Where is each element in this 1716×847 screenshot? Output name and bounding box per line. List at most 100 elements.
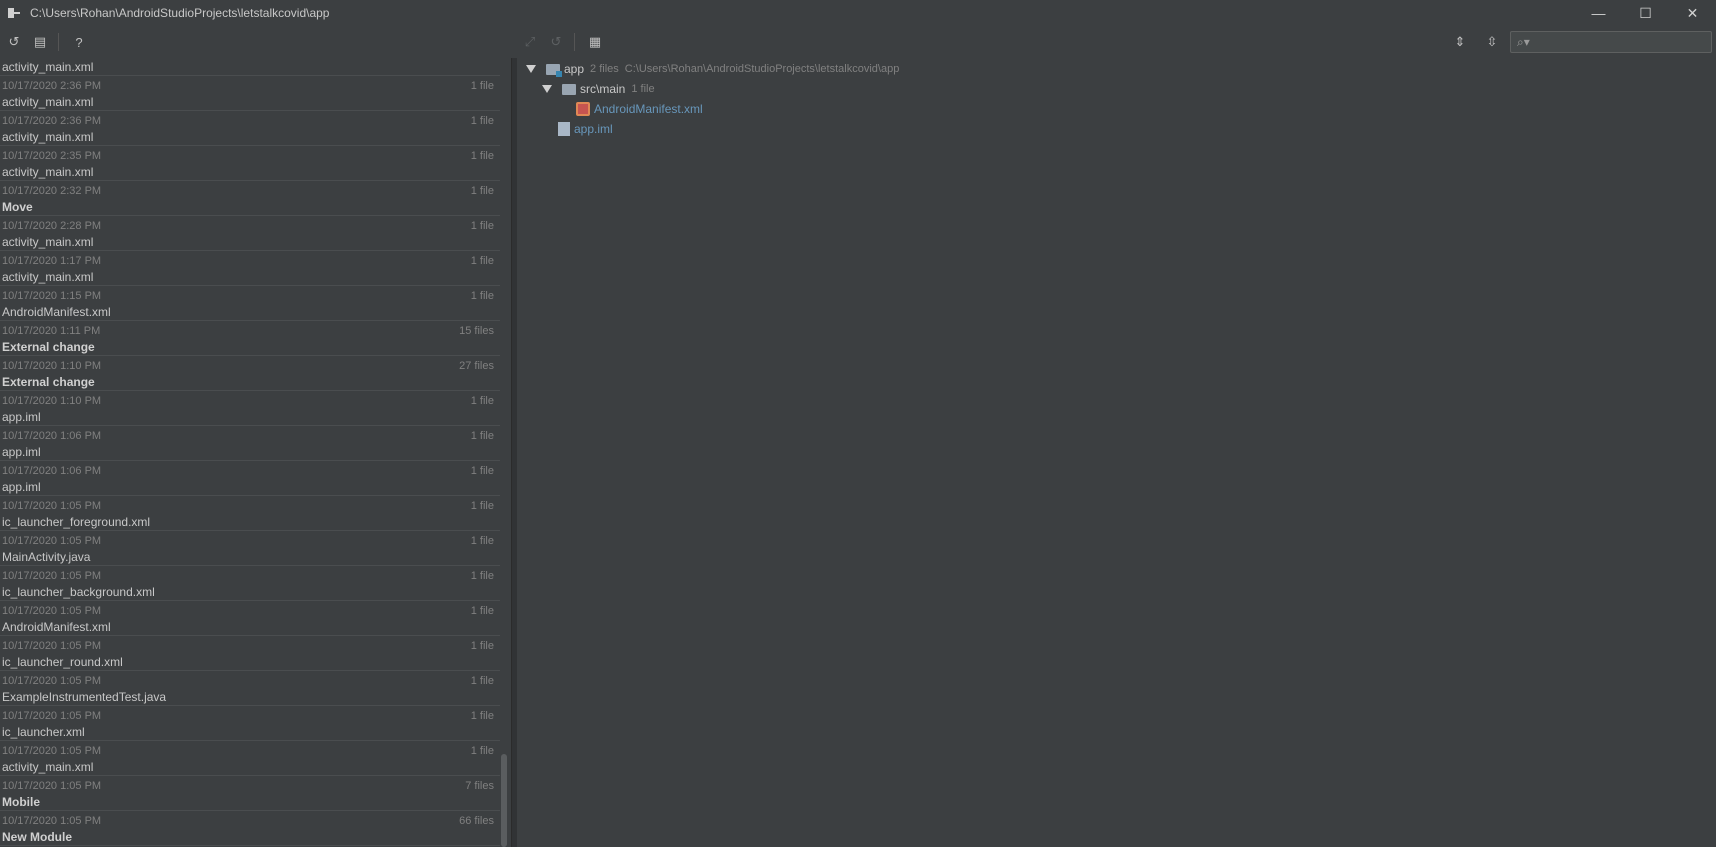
- tree-node-path: C:\Users\Rohan\AndroidStudioProjects\let…: [624, 63, 900, 75]
- revert-selected-icon[interactable]: ↺: [544, 30, 568, 54]
- chevron-down-icon[interactable]: [542, 85, 552, 93]
- window-title: C:\Users\Rohan\AndroidStudioProjects\let…: [30, 6, 330, 20]
- tree-row-src-main[interactable]: src\main 1 file: [542, 79, 661, 99]
- list-item[interactable]: 10/17/2020 2:28 PM 1 file activity_main.xm…: [0, 216, 508, 251]
- list-item[interactable]: 10/17/2020 1:05 PM 1 file MainActivity.jav…: [0, 531, 508, 566]
- entry-timestamp: 10/17/2020 1:05 PM: [2, 745, 102, 757]
- list-item[interactable]: 10/17/2020 1:06 PM 1 file app.iml: [0, 426, 508, 461]
- list-item[interactable]: 10/17/2020 1:05 PM 1 file ExampleInstrumen…: [0, 671, 508, 706]
- show-diff-icon[interactable]: ⤢: [518, 30, 542, 54]
- module-folder-icon: [546, 63, 562, 77]
- entry-timestamp: 10/17/2020 1:15 PM: [2, 290, 102, 302]
- entry-name: activity_main.xml: [2, 270, 94, 284]
- list-item[interactable]: 10/17/2020 1:06 PM 1 file app.iml: [0, 461, 508, 496]
- entry-file-count: 1 file: [470, 745, 494, 757]
- maximize-button[interactable]: ☐: [1622, 0, 1669, 26]
- changes-tree: app 2 files C:\Users\Rohan\AndroidStudio…: [518, 58, 1716, 847]
- revert-icon[interactable]: ↺: [2, 30, 26, 54]
- entry-name: app.iml: [2, 445, 41, 459]
- tree-node-name: app.iml: [574, 122, 613, 136]
- entry-name: External change: [2, 340, 95, 354]
- toolbar-separator: [574, 33, 575, 51]
- entry-timestamp: 10/17/2020 2:36 PM: [2, 115, 102, 127]
- minimize-button[interactable]: —: [1575, 0, 1622, 26]
- entry-timestamp: 10/17/2020 1:05 PM: [2, 500, 102, 512]
- entry-file-count: 1 file: [470, 80, 494, 92]
- help-icon[interactable]: ?: [67, 30, 91, 54]
- entry-timestamp: 10/17/2020 1:05 PM: [2, 640, 102, 652]
- entry-file-count: 1 file: [470, 675, 494, 687]
- list-item[interactable]: 10/17/2020 1:05 PM 1 file AndroidManifest.…: [0, 601, 508, 636]
- tree-node-name: AndroidManifest.xml: [594, 102, 703, 116]
- history-scrollbar[interactable]: [500, 58, 508, 847]
- xml-file-icon: [576, 102, 590, 116]
- list-item[interactable]: 10/17/2020 1:17 PM 1 file activity_main.xm…: [0, 251, 508, 286]
- entry-name: External change: [2, 375, 95, 389]
- entry-name: Move: [2, 200, 33, 214]
- entry-name: AndroidManifest.xml: [2, 620, 111, 634]
- entry-timestamp: 10/17/2020 1:05 PM: [2, 780, 102, 792]
- entry-file-count: 1 file: [470, 465, 494, 477]
- search-input[interactable]: ⌕▾: [1510, 31, 1712, 53]
- scrollbar-thumb[interactable]: [501, 754, 507, 847]
- entry-name: ic_launcher_background.xml: [2, 585, 155, 599]
- list-item[interactable]: 10/17/2020 1:10 PM 1 file app.iml: [0, 391, 508, 426]
- entry-name: Mobile: [2, 795, 40, 809]
- list-item[interactable]: 10/17/2020 1:05 PM 1 file ic_launcher_roun…: [0, 636, 508, 671]
- entry-file-count: 1 file: [470, 395, 494, 407]
- entry-file-count: 15 files: [459, 325, 494, 337]
- entry-timestamp: 10/17/2020 1:10 PM: [2, 395, 102, 407]
- entry-name: activity_main.xml: [2, 60, 94, 74]
- entry-file-count: 1 file: [470, 430, 494, 442]
- entry-timestamp: 10/17/2020 1:05 PM: [2, 570, 102, 582]
- entry-timestamp: 10/17/2020 2:28 PM: [2, 220, 102, 232]
- list-item[interactable]: 10/17/2020 1:05 PM 1 file ic_launcher_fore…: [0, 496, 508, 531]
- iml-file-icon: [558, 122, 570, 136]
- list-item[interactable]: activity_main.xml: [0, 58, 508, 76]
- tree-node-name: src\main: [580, 82, 626, 96]
- panel-splitter[interactable]: [511, 58, 517, 847]
- entry-name: MainActivity.java: [2, 550, 91, 564]
- entry-file-count: 1 file: [470, 185, 494, 197]
- list-item[interactable]: 10/17/2020 1:05 PM 66 files New Module: [0, 811, 508, 846]
- list-item[interactable]: 10/17/2020 1:05 PM 1 file ic_launcher.xml: [0, 706, 508, 741]
- tree-row-manifest[interactable]: AndroidManifest.xml: [576, 99, 709, 119]
- entry-file-count: 1 file: [470, 535, 494, 547]
- list-item[interactable]: 10/17/2020 1:05 PM 1 file activity_main.xm…: [0, 741, 508, 776]
- list-item[interactable]: 10/17/2020 1:15 PM 1 file AndroidManifest.…: [0, 286, 508, 321]
- history-toolbar: ↺ ▤ ?: [0, 28, 510, 56]
- chevron-down-icon[interactable]: [526, 65, 536, 73]
- list-item[interactable]: 10/17/2020 2:35 PM 1 file activity_main.xm…: [0, 146, 508, 181]
- entry-file-count: 27 files: [459, 360, 494, 372]
- tree-row-iml[interactable]: app.iml: [558, 119, 619, 139]
- list-item[interactable]: 10/17/2020 1:10 PM 27 files External chang…: [0, 356, 508, 391]
- entry-timestamp: 10/17/2020 2:32 PM: [2, 185, 102, 197]
- tree-tools: ⇕ ⇳ ⌕▾: [1446, 30, 1712, 54]
- list-item[interactable]: 10/17/2020 2:36 PM 1 file activity_main.xm…: [0, 76, 508, 111]
- close-button[interactable]: ✕: [1669, 0, 1716, 26]
- list-item[interactable]: 10/17/2020 2:32 PM 1 file Move: [0, 181, 508, 216]
- entry-file-count: 7 files: [465, 780, 494, 792]
- entry-file-count: 66 files: [459, 815, 494, 827]
- entry-timestamp: 10/17/2020 1:05 PM: [2, 605, 102, 617]
- list-item[interactable]: 10/17/2020 2:36 PM 1 file activity_main.xm…: [0, 111, 508, 146]
- entry-name: AndroidManifest.xml: [2, 305, 111, 319]
- expand-all-icon[interactable]: ⇕: [1448, 30, 1472, 54]
- toolbar-separator: [58, 33, 59, 51]
- collapse-all-icon[interactable]: ⇳: [1480, 30, 1504, 54]
- put-label-icon[interactable]: ▤: [28, 30, 52, 54]
- entry-timestamp: 10/17/2020 2:35 PM: [2, 150, 102, 162]
- entry-file-count: 1 file: [470, 710, 494, 722]
- entry-timestamp: 10/17/2020 1:10 PM: [2, 360, 102, 372]
- tree-node-name: app: [564, 62, 585, 76]
- list-item[interactable]: 10/17/2020 1:11 PM 15 files External chang…: [0, 321, 508, 356]
- entry-timestamp: 10/17/2020 1:05 PM: [2, 535, 102, 547]
- entry-name: app.iml: [2, 410, 41, 424]
- group-by-icon[interactable]: ▦: [583, 30, 607, 54]
- entry-name: app.iml: [2, 480, 41, 494]
- tree-row-app[interactable]: app 2 files C:\Users\Rohan\AndroidStudio…: [526, 57, 905, 81]
- list-item[interactable]: 10/17/2020 1:05 PM 1 file ic_launcher_back…: [0, 566, 508, 601]
- list-item[interactable]: 10/17/2020 1:05 PM 7 files Mobile: [0, 776, 508, 811]
- entry-name: ic_launcher_round.xml: [2, 655, 123, 669]
- entry-timestamp: 10/17/2020 1:17 PM: [2, 255, 102, 267]
